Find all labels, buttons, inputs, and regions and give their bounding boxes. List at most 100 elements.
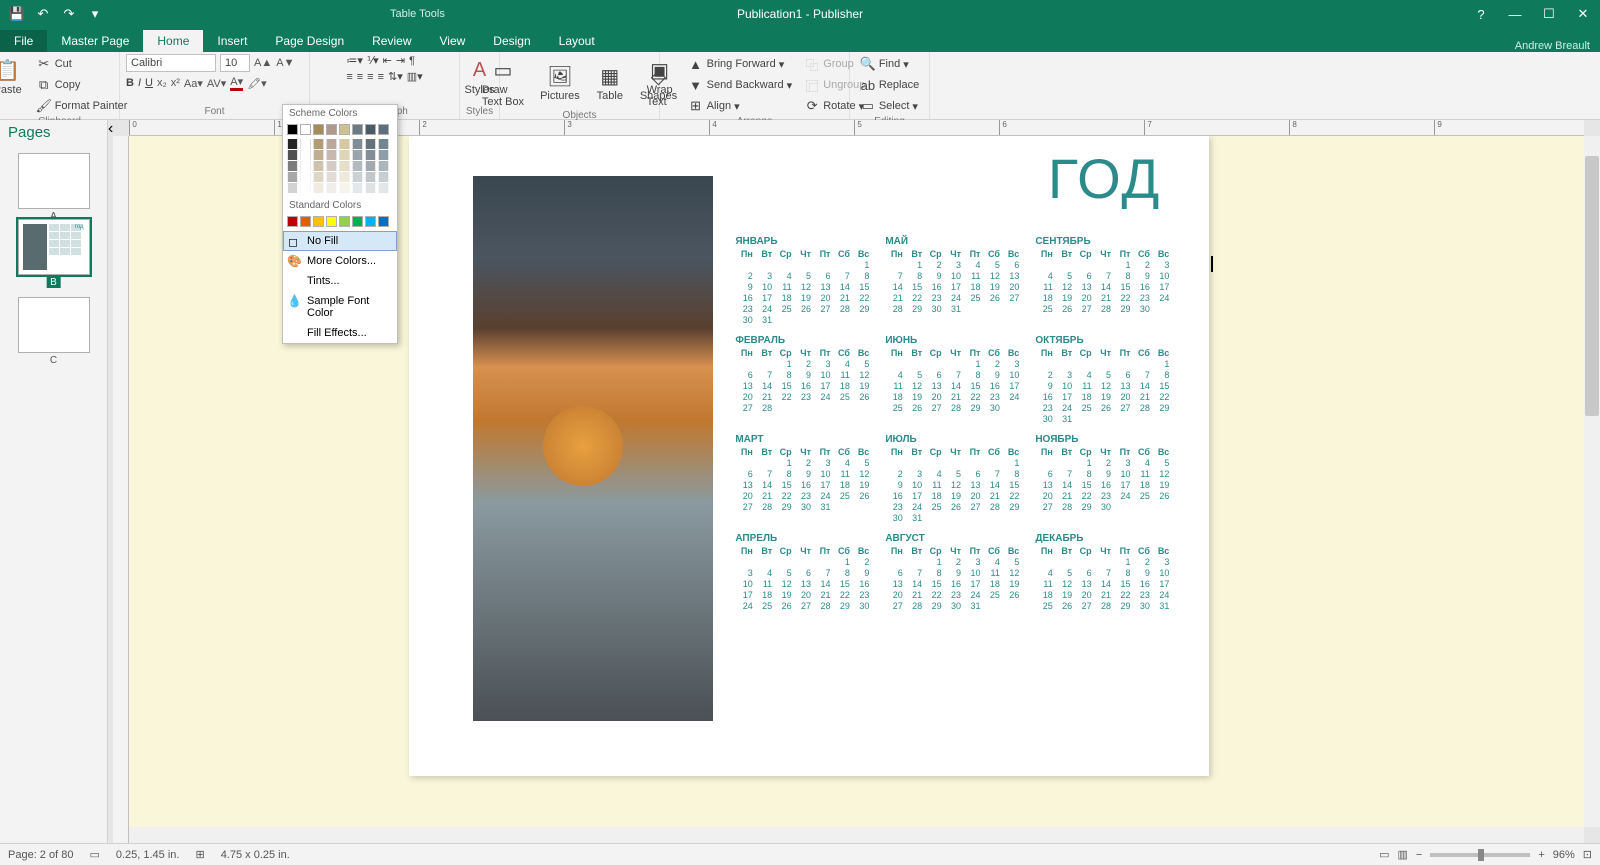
user-name[interactable]: Andrew Breault [1515,40,1590,52]
fit-page-button[interactable]: ⊡ [1583,848,1592,861]
vertical-scrollbar[interactable] [1584,136,1600,827]
publication-page[interactable]: ГОД ЯНВАРЬПнВтСрЧтПтСбВс 123456789101112… [409,136,1209,776]
tab-insert[interactable]: Insert [203,30,261,52]
change-case-button[interactable]: AV▾ [207,77,226,90]
color-swatch[interactable] [339,124,350,135]
vertical-ruler[interactable] [113,136,129,843]
minimize-button[interactable]: — [1498,0,1532,28]
columns-button[interactable]: ▥▾ [407,70,423,83]
copy-button[interactable]: ⧉Copy [32,75,132,95]
numbering-button[interactable]: ⅟▾ [367,54,379,67]
tab-page-design[interactable]: Page Design [261,30,358,52]
color-swatch[interactable] [287,216,298,227]
calendar-grid[interactable]: ЯНВАРЬПнВтСрЧтПтСбВс 1234567891011121314… [735,236,1169,611]
color-swatch[interactable] [378,172,389,182]
tab-home[interactable]: Home [143,30,203,52]
close-button[interactable]: ✕ [1566,0,1600,28]
color-swatch[interactable] [326,172,337,182]
help-button[interactable]: ? [1464,0,1498,28]
superscript-button[interactable]: x² [171,77,180,89]
replace-button[interactable]: abReplace [856,75,923,95]
line-spacing-button[interactable]: ⇅▾ [388,70,403,83]
color-swatch[interactable] [300,124,311,135]
color-swatch[interactable] [365,172,376,182]
qat-customize-button[interactable]: ▾ [84,3,106,25]
color-swatch[interactable] [339,139,350,149]
zoom-in-button[interactable]: + [1538,849,1544,861]
grow-font-button[interactable]: A▲ [254,57,272,69]
tab-view[interactable]: View [426,30,480,52]
color-swatch[interactable] [326,150,337,160]
page-photo[interactable] [473,176,713,721]
color-swatch[interactable] [300,216,311,227]
format-painter-button[interactable]: 🖌Format Painter [32,96,132,116]
color-swatch[interactable] [287,124,298,135]
color-swatch[interactable] [300,139,311,149]
cut-button[interactable]: ✂Cut [32,54,132,74]
color-swatch[interactable] [300,150,311,160]
color-swatch[interactable] [287,183,298,193]
color-swatch[interactable] [313,216,324,227]
paragraph-marks-button[interactable]: ¶ [409,55,415,67]
color-swatch[interactable] [300,161,311,171]
color-swatch[interactable] [287,139,298,149]
maximize-button[interactable]: ☐ [1532,0,1566,28]
color-swatch[interactable] [326,216,337,227]
color-swatch[interactable] [365,216,376,227]
tab-master-page[interactable]: Master Page [47,30,143,52]
color-swatch[interactable] [365,150,376,160]
color-swatch[interactable] [378,161,389,171]
color-swatch[interactable] [378,183,389,193]
page-thumb-a[interactable]: A [18,153,90,209]
tab-review[interactable]: Review [358,30,425,52]
color-swatch[interactable] [313,161,324,171]
save-button[interactable]: 💾 [6,3,28,25]
char-spacing-button[interactable]: Aa▾ [184,77,203,90]
zoom-level[interactable]: 96% [1553,849,1575,861]
shrink-font-button[interactable]: A▼ [276,57,294,69]
font-name-combo[interactable]: Calibri [126,54,216,72]
pictures-button[interactable]: 🖼Pictures [534,60,586,104]
color-swatch[interactable] [313,124,324,135]
view-spread-button[interactable]: ▥ [1397,848,1407,861]
font-color-button[interactable]: A▾ [230,75,243,91]
color-swatch[interactable] [352,161,363,171]
color-swatch[interactable] [352,172,363,182]
color-swatch[interactable] [300,172,311,182]
horizontal-scrollbar[interactable] [129,827,1584,843]
undo-button[interactable]: ↶ [32,3,54,25]
color-swatch[interactable] [287,161,298,171]
color-swatch[interactable] [365,161,376,171]
color-swatch[interactable] [339,172,350,182]
color-swatch[interactable] [365,183,376,193]
bold-button[interactable]: B [126,77,134,89]
send-backward-button[interactable]: ▼Send Backward ▾ [684,75,797,95]
redo-button[interactable]: ↷ [58,3,80,25]
color-swatch[interactable] [365,139,376,149]
color-swatch[interactable] [339,183,350,193]
color-swatch[interactable] [378,124,389,135]
tab-design[interactable]: Design [479,30,544,52]
table-button[interactable]: ▦Table [590,60,630,104]
color-swatch[interactable] [352,124,363,135]
page-thumb-b[interactable]: год B [18,219,90,275]
color-swatch[interactable] [339,161,350,171]
color-swatch[interactable] [339,150,350,160]
color-swatch[interactable] [287,150,298,160]
justify-button[interactable]: ≡ [378,71,384,83]
highlight-button[interactable]: 🖍▾ [247,77,267,90]
align-right-button[interactable]: ≡ [367,71,373,83]
tab-file[interactable]: File [0,30,47,52]
paste-button[interactable]: 📋Paste [0,54,28,98]
color-swatch[interactable] [378,139,389,149]
tints-item[interactable]: Tints... [283,271,397,291]
color-swatch[interactable] [352,183,363,193]
color-swatch[interactable] [326,161,337,171]
zoom-slider[interactable] [1430,853,1530,857]
color-swatch[interactable] [313,150,324,160]
align-center-button[interactable]: ≡ [357,71,363,83]
page-thumb-c[interactable]: C [18,297,90,353]
zoom-out-button[interactable]: − [1416,849,1422,861]
color-swatch[interactable] [352,216,363,227]
wrap-text-button[interactable]: ▣Wrap Text [640,54,680,110]
